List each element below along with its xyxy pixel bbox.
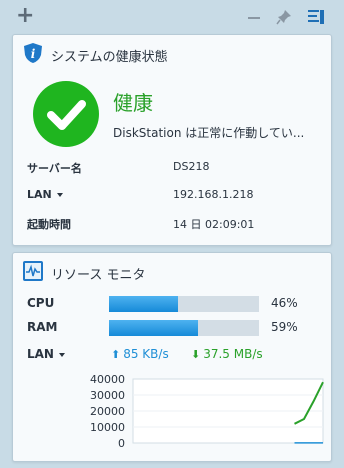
server-name-value: DS218 xyxy=(173,160,210,173)
upload-arrow-icon: ⬆ xyxy=(111,348,121,361)
caret-down-icon xyxy=(58,352,65,357)
network-traffic-chart: 40000 30000 20000 10000 0 xyxy=(90,373,324,450)
lan-dropdown[interactable]: LAN xyxy=(27,188,63,201)
y-tick-label: 20000 xyxy=(90,405,125,418)
cpu-label: CPU xyxy=(27,296,55,310)
uptime-label: 起動時間 xyxy=(27,218,71,231)
cpu-usage-fill xyxy=(109,296,178,312)
download-rate: ⬇ 37.5 MB/s xyxy=(191,347,263,361)
cpu-usage-bar xyxy=(109,296,259,312)
healthy-check-icon xyxy=(33,81,99,147)
y-tick-label: 0 xyxy=(118,437,125,450)
y-tick-label: 30000 xyxy=(90,389,125,402)
ram-label: RAM xyxy=(27,320,58,334)
system-health-widget: i システムの健康状態 健康 DiskStation は正常に作動してい... … xyxy=(12,34,332,246)
svg-text:i: i xyxy=(31,47,36,61)
health-message: DiskStation は正常に作動してい... xyxy=(113,126,305,140)
download-arrow-icon: ⬇ xyxy=(191,348,201,361)
resource-monitor-widget: リソース モニタ CPU 46% RAM 59% LAN ⬆ 85 KB/s ⬇ 3… xyxy=(12,252,332,462)
info-shield-icon: i xyxy=(24,43,42,63)
resource-monitor-title: リソース モニタ xyxy=(51,268,146,283)
widget-menu-icon[interactable] xyxy=(308,10,324,24)
ram-usage-bar xyxy=(109,320,259,336)
lan-network-dropdown[interactable]: LAN xyxy=(27,347,65,361)
ram-usage-fill xyxy=(109,320,198,336)
server-name-label: サーバー名 xyxy=(27,162,82,175)
upload-value: 85 KB/s xyxy=(123,347,169,361)
lan-label: LAN xyxy=(27,188,52,201)
upload-rate: ⬆ 85 KB/s xyxy=(111,347,169,361)
y-tick-label: 40000 xyxy=(90,373,125,386)
add-widget-icon[interactable]: + xyxy=(16,4,34,28)
download-value: 37.5 MB/s xyxy=(203,347,263,361)
health-status: 健康 xyxy=(113,91,153,115)
y-tick-label: 10000 xyxy=(90,421,125,434)
lan-ip-value: 192.168.1.218 xyxy=(173,188,254,201)
widget-toolbar: + xyxy=(0,0,344,34)
minimize-icon[interactable] xyxy=(248,17,260,19)
uptime-value: 14 日 02:09:01 xyxy=(173,218,255,231)
ram-percent: 59% xyxy=(271,320,298,334)
pin-icon[interactable] xyxy=(276,9,292,25)
caret-down-icon xyxy=(56,193,63,197)
resource-monitor-icon xyxy=(23,261,43,281)
cpu-percent: 46% xyxy=(271,296,298,310)
lan-network-label: LAN xyxy=(27,347,54,361)
system-health-title: システムの健康状態 xyxy=(51,50,168,65)
